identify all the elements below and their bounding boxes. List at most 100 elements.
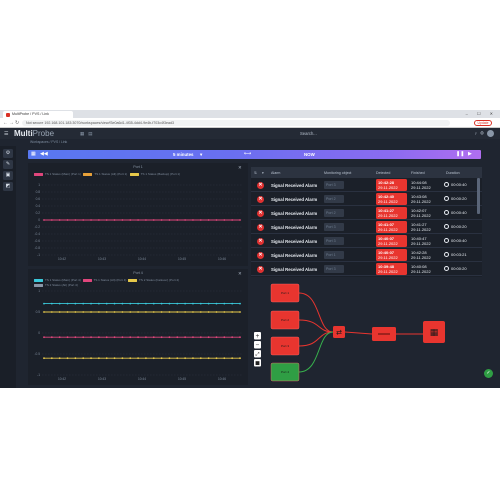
breadcrumb[interactable]: Workspaces / PVS / Link (0, 139, 500, 146)
chart2-plot: 1 0.5 0 -0.5 -1 10:42 10:43 10:44 10:45 10:46 (35, 289, 242, 381)
error-icon: ✕ (257, 237, 264, 245)
data-point (113, 219, 116, 221)
data-point (168, 302, 171, 305)
data-point (231, 219, 234, 221)
table-row[interactable]: ✕ Signal Received Alarm Port 3 10:42:28 29.1… (251, 178, 482, 192)
topology-view: Port 1 Port 2 Port 3 Port 4 ⇄ ▦ + − ⤢ ■ (251, 280, 482, 385)
data-point (152, 219, 155, 221)
data-point (184, 311, 187, 313)
y-tick-label: 1 (38, 183, 40, 187)
monitoring-object: Port 2 (324, 195, 344, 203)
status-ok-icon[interactable]: ✓ (484, 369, 493, 378)
x-tick-label: 10:44 (138, 377, 146, 381)
error-icon: ✕ (257, 181, 264, 189)
monitoring-object: Port 3 (324, 223, 344, 231)
x-tick-label: 10:43 (98, 377, 106, 381)
col-duration[interactable]: Duration (446, 171, 460, 175)
time-range-bar[interactable]: ▦ ◀◀ 5 minutes ▾ ⟷ NOW ❚❚ ▶ (28, 150, 481, 159)
alarm-name: Signal Received Alarm (271, 196, 318, 202)
table-row[interactable]: ✕ Signal Received Alarm Port 3 10:41:07 29.1… (251, 220, 482, 234)
y-tick-label: 0 (38, 218, 40, 222)
alarm-name: Signal Received Alarm (271, 266, 318, 272)
wrench-tool-icon[interactable]: ✎ (3, 160, 13, 169)
table-row[interactable]: ✕ Signal Received Alarm Port 2 10:41:27 29.1… (251, 206, 482, 220)
zoom-control-icon: − (255, 343, 259, 349)
table-row[interactable]: ✕ Signal Received Alarm Port 2 10:42:40 29.1… (251, 192, 482, 206)
data-point (82, 219, 85, 221)
menu-icon[interactable]: ☰ (4, 131, 8, 137)
chart-panel-port4: Port 4 ✕ TS 1 Status (Main) (Port 4) TS … (28, 269, 248, 385)
y-tick-label: -1 (37, 253, 40, 257)
data-point (50, 302, 53, 305)
data-point (43, 219, 45, 221)
alarm-name: Signal Received Alarm (271, 182, 318, 188)
finished-date: 29.11.2022 (411, 269, 431, 274)
left-toolbar: ⚙ ✎ ▣ ◩ (0, 146, 16, 388)
data-point (145, 336, 147, 339)
detected-date: 29.11.2022 (378, 254, 398, 260)
pause-icon[interactable]: ❚❚ (456, 151, 464, 157)
data-point (43, 311, 45, 313)
data-point (145, 219, 147, 221)
col-finished[interactable]: Finished (411, 171, 425, 175)
header-tools[interactable]: ▦▤ (80, 131, 97, 137)
data-point (43, 336, 45, 339)
chart1-plot: 1 0.8 0.6 0.4 0.2 0 -0.2 -0.4 -0.6 -0.8 -1 10:42 10:… (35, 183, 242, 261)
settings-tool-icon[interactable]: ⚙ (3, 149, 13, 158)
y-tick-label: -0.2 (35, 225, 41, 229)
window-controls[interactable]: – ☐ ✕ (466, 111, 497, 116)
forward-icon[interactable]: ▶ (468, 151, 472, 157)
y-tick-label: -0.4 (35, 232, 41, 236)
data-point (90, 336, 92, 339)
url-input[interactable]: Not secure 192.168.101.183:3070/workspac… (22, 120, 450, 126)
table-row[interactable]: ✕ Signal Received Alarm Port 3 10:40:07 29.1… (251, 234, 482, 248)
chevron-down-icon[interactable]: ▾ (200, 152, 202, 158)
reload-icon[interactable]: ↻ (15, 120, 19, 126)
forward-icon[interactable]: → (9, 120, 14, 126)
rewind-icon[interactable]: ◀◀ (40, 151, 48, 157)
monitoring-object: Port 3 (324, 265, 344, 273)
filter-icon[interactable]: ▾ (262, 171, 264, 175)
swap-arrows-icon[interactable]: ⟷ (244, 151, 251, 157)
table-row[interactable]: ✕ Signal Received Alarm Port 1 10:40:07 29.1… (251, 248, 482, 262)
detected-badge: 10:42:40 29.11.2022 (376, 193, 407, 205)
search-input[interactable]: Search... (300, 131, 355, 137)
data-point (113, 357, 116, 360)
sort-icon[interactable]: ⇅ (254, 171, 257, 175)
clock-icon (444, 196, 449, 202)
error-icon: ✕ (257, 209, 264, 217)
time-range-select[interactable]: 5 minutes (173, 152, 194, 157)
data-point (105, 219, 108, 221)
table-row[interactable]: ✕ Signal Received Alarm Port 3 10:39:48 29.1… (251, 262, 482, 276)
data-point (168, 336, 171, 339)
detected-badge: 10:39:48 29.11.2022 (376, 263, 407, 275)
data-point (97, 302, 100, 305)
data-point (168, 357, 171, 360)
monitor-tool-icon[interactable]: ▣ (3, 171, 13, 180)
switch-icon: ⇄ (336, 329, 342, 337)
back-icon[interactable]: ← (3, 120, 8, 126)
data-point (231, 311, 234, 313)
browser-update-button[interactable]: Update (474, 120, 492, 126)
calendar-icon[interactable]: ▦ (31, 151, 36, 157)
col-alarm[interactable]: Alarm (271, 171, 280, 175)
alarms-scrollbar[interactable] (477, 178, 480, 214)
image-tool-icon[interactable]: ◩ (3, 182, 13, 191)
col-detected[interactable]: Detected (376, 171, 390, 175)
data-point (97, 219, 100, 221)
y-tick-label: 0.5 (36, 310, 41, 314)
data-point (90, 357, 92, 360)
data-point (82, 357, 85, 360)
clock-icon (444, 210, 449, 216)
data-point (66, 336, 69, 339)
data-point (43, 302, 45, 305)
topology-diagram: Port 1 Port 2 Port 3 Port 4 ⇄ ▦ + − ⤢ ■ (254, 283, 445, 382)
header-actions[interactable]: ♪⚙ (475, 130, 494, 137)
browser-tab[interactable]: MultiProbe / PVS / Link (3, 111, 73, 118)
now-button[interactable]: NOW (304, 152, 315, 157)
detected-date: 29.11.2022 (378, 212, 398, 218)
server-icon: ▦ (430, 328, 439, 338)
data-point (184, 219, 187, 221)
col-monitoring-object[interactable]: Monitoring object (324, 171, 351, 175)
data-point (50, 311, 53, 313)
